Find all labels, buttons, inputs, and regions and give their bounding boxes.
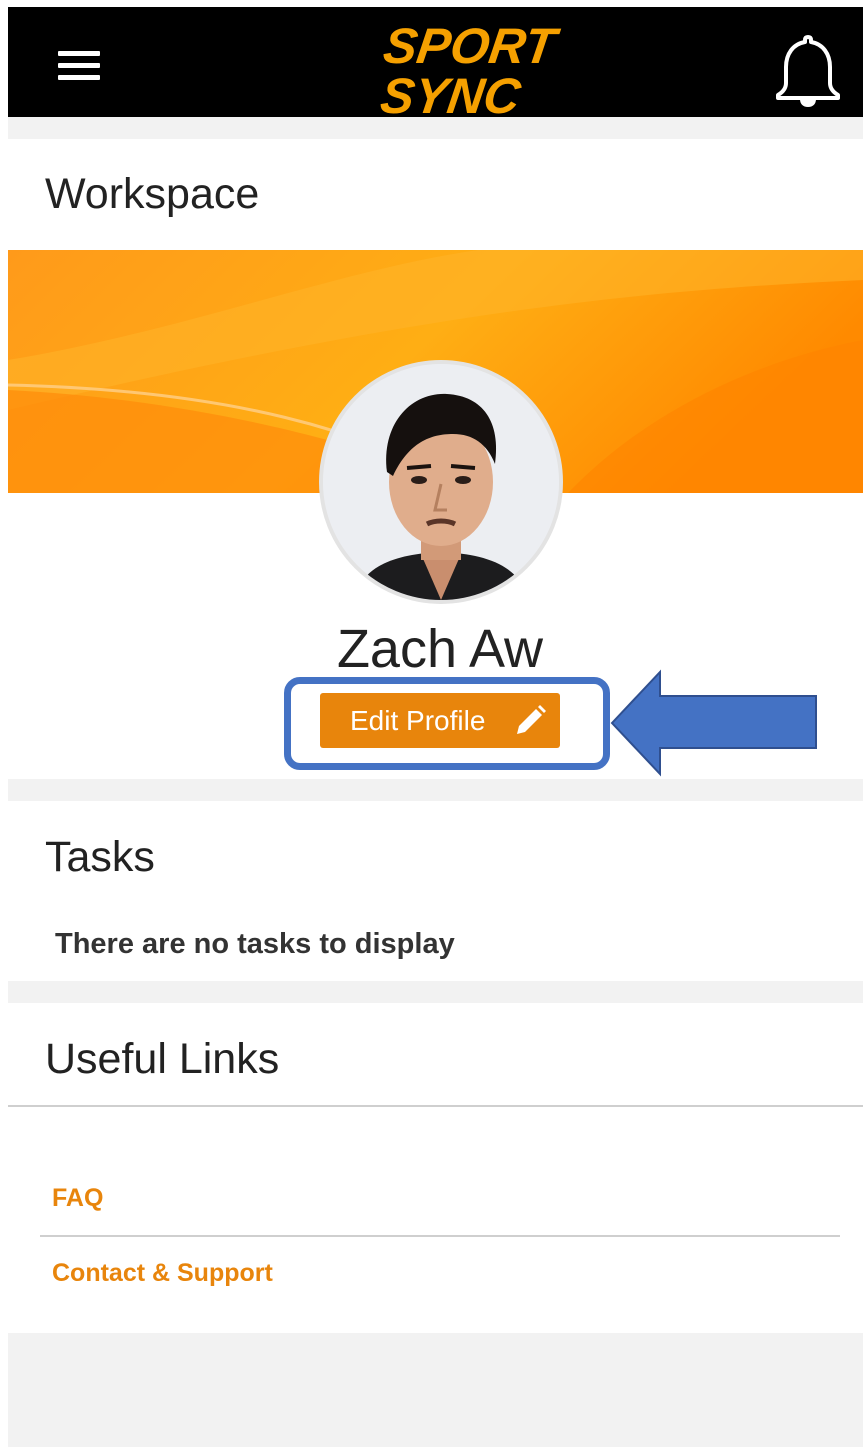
- annotation-arrow: [610, 669, 817, 777]
- link-faq[interactable]: FAQ: [52, 1184, 103, 1213]
- section-gap: [8, 779, 863, 801]
- pencil-icon: [517, 705, 546, 734]
- tasks-empty-message: There are no tasks to display: [55, 928, 455, 960]
- section-divider: [8, 1105, 863, 1107]
- logo-line-2: SYNC: [377, 68, 524, 115]
- tasks-title: Tasks: [45, 833, 155, 881]
- useful-links-title: Useful Links: [45, 1035, 280, 1083]
- link-divider: [40, 1235, 840, 1237]
- profile-avatar: [319, 360, 563, 604]
- top-app-bar: SPORT SYNC: [8, 7, 863, 117]
- hamburger-menu-icon[interactable]: [58, 51, 106, 83]
- section-gap: [8, 117, 863, 139]
- link-contact-support[interactable]: Contact & Support: [52, 1259, 273, 1288]
- section-gap: [8, 981, 863, 1003]
- edit-profile-button[interactable]: Edit Profile: [320, 693, 560, 748]
- logo-line-1: SPORT: [380, 18, 563, 74]
- workspace-title: Workspace: [45, 170, 260, 218]
- page-footer-area: [8, 1333, 863, 1447]
- bell-icon[interactable]: [772, 31, 844, 111]
- edit-profile-label: Edit Profile: [350, 704, 486, 736]
- sportsync-logo: SPORT SYNC: [377, 18, 563, 115]
